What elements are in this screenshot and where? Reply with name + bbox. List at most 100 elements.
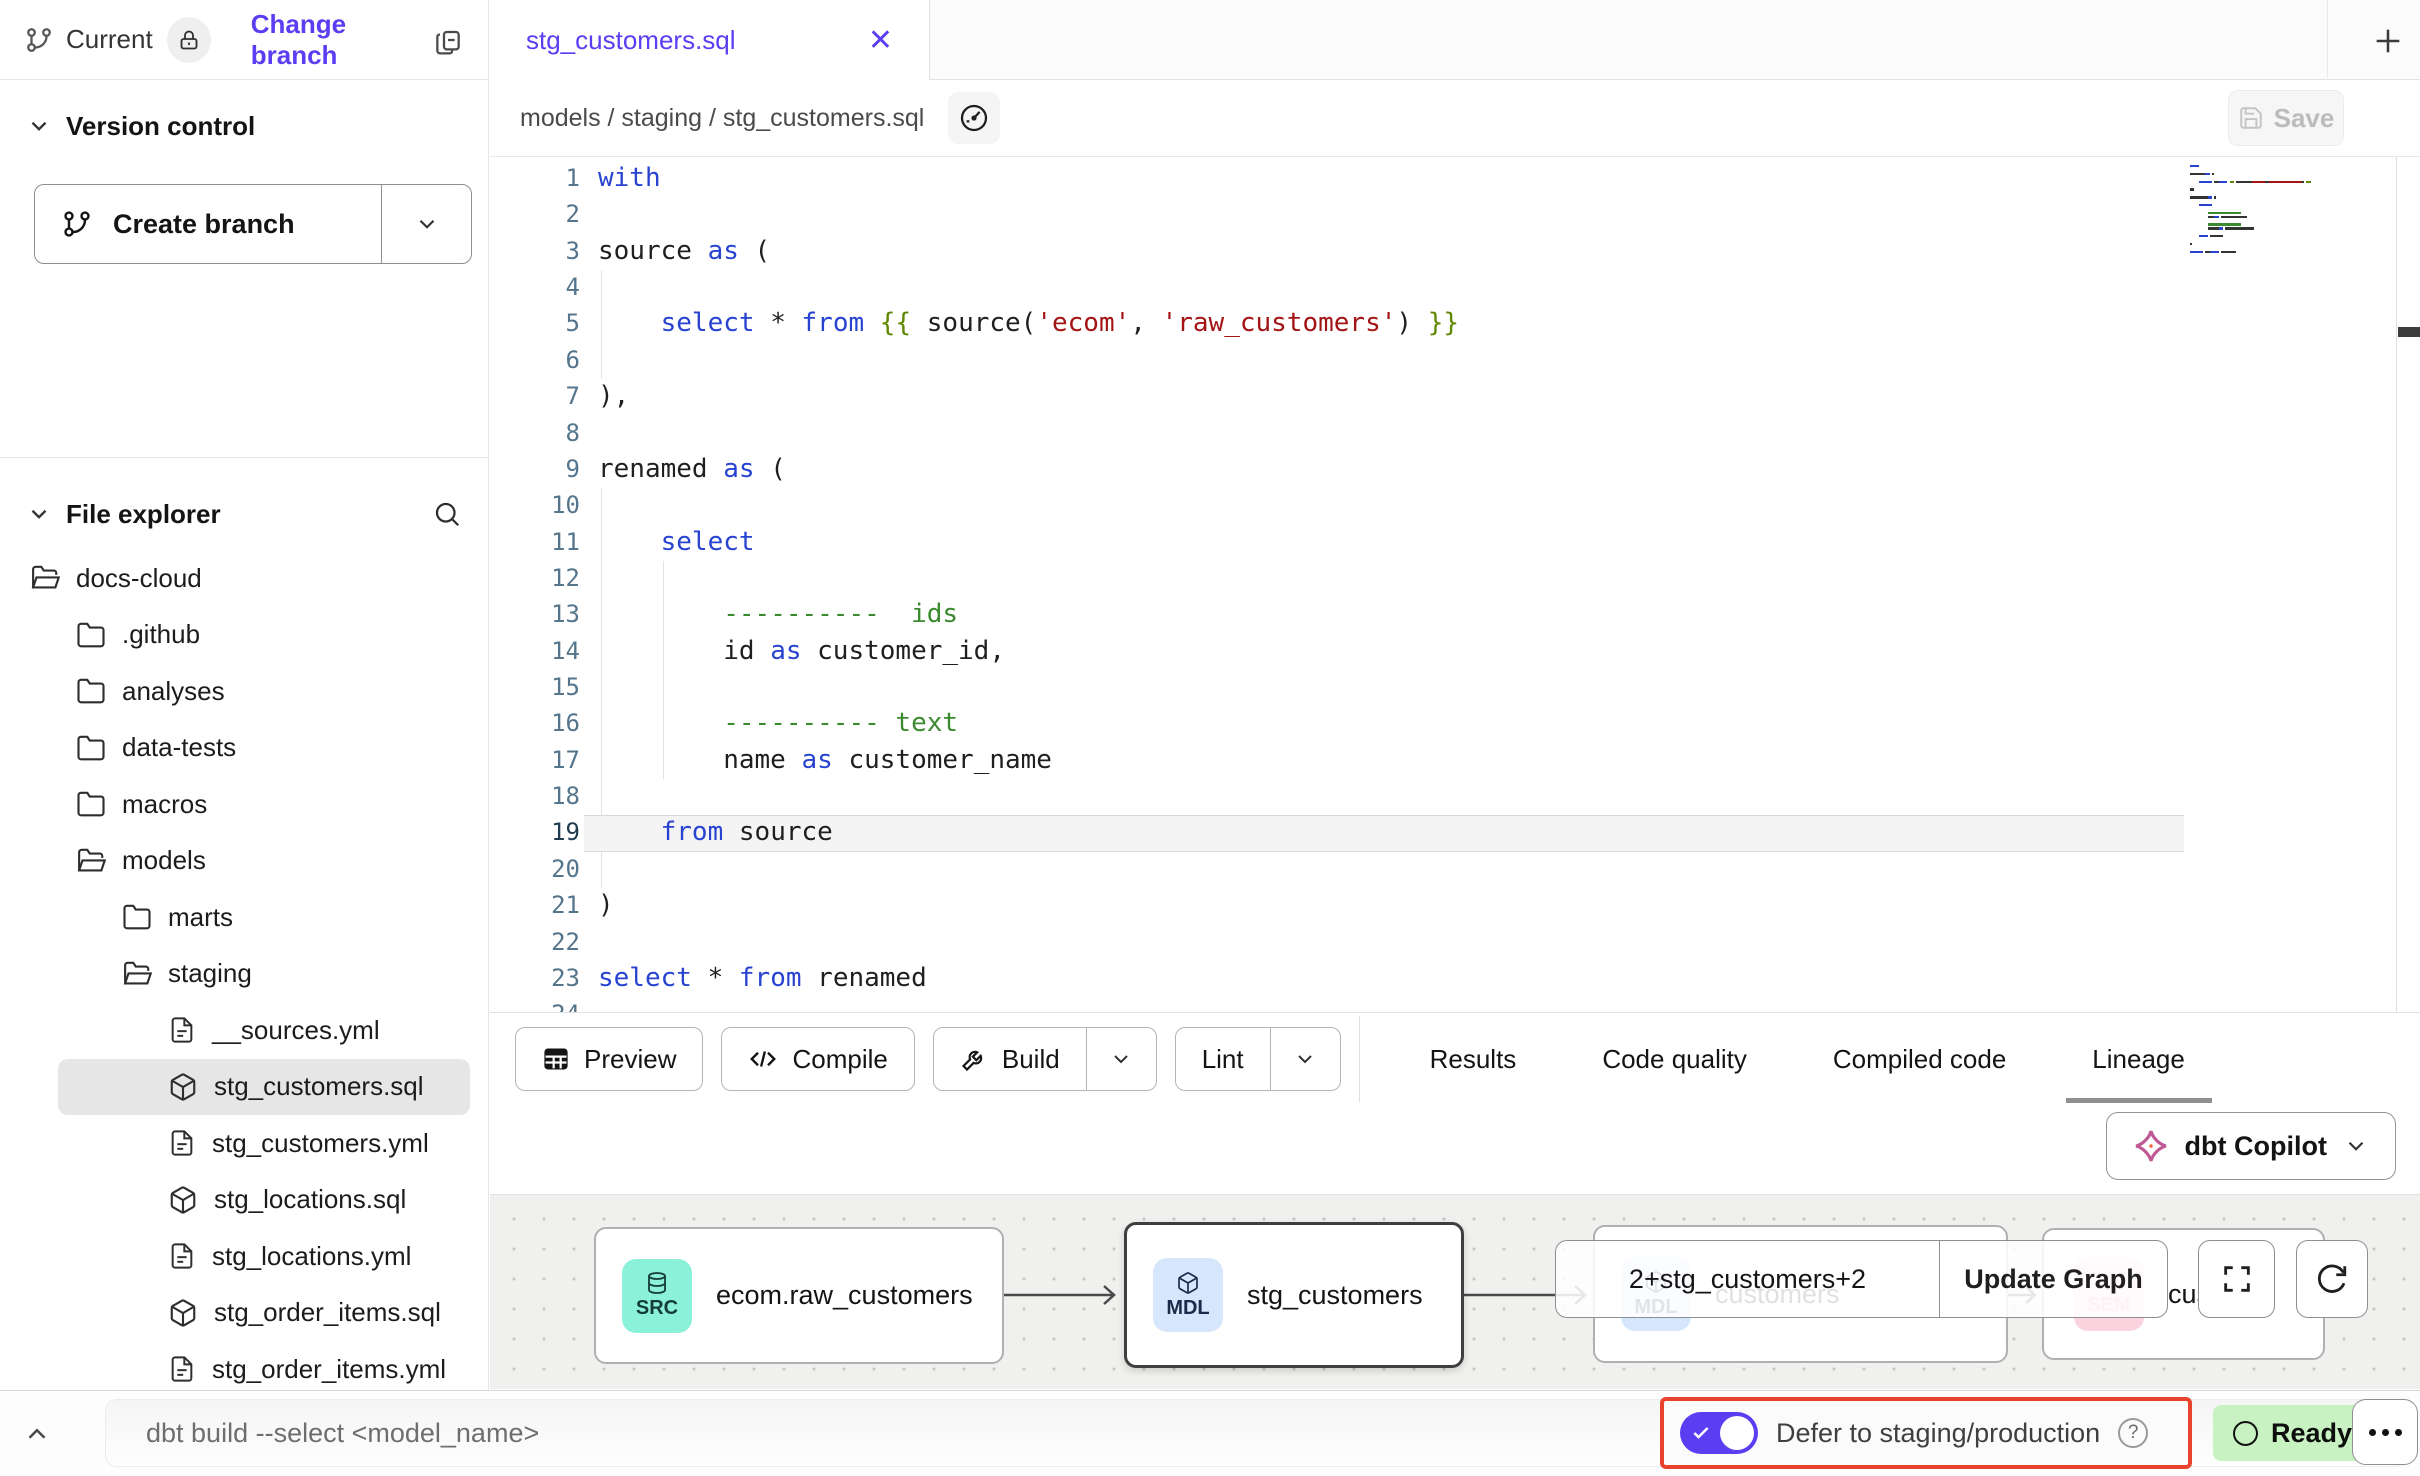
lineage-node-source[interactable]: SRC ecom.raw_customers <box>594 1227 1004 1364</box>
line-number: 24 <box>490 996 580 1012</box>
panel-tab-results[interactable]: Results <box>1430 1013 1517 1106</box>
code-line[interactable]: ) <box>598 887 1459 923</box>
folder-icon <box>76 676 106 706</box>
compile-button[interactable]: Compile <box>721 1027 914 1091</box>
more-options-button[interactable] <box>2352 1399 2418 1465</box>
file-item-stg-order-items-sql[interactable]: stg_order_items.sql <box>0 1285 488 1342</box>
code-line[interactable] <box>598 415 1459 451</box>
panel-tab-lineage[interactable]: Lineage <box>2092 1013 2185 1106</box>
code-line[interactable]: name as customer_name <box>598 742 1459 778</box>
file-item-staging[interactable]: staging <box>0 946 488 1003</box>
update-graph-button[interactable]: Update Graph <box>1939 1241 2167 1317</box>
change-branch-link[interactable]: Change branch <box>251 9 432 71</box>
collapse-panel-button[interactable] <box>22 1419 52 1449</box>
fullscreen-button[interactable] <box>2198 1240 2275 1318</box>
chevron-down-icon <box>2343 1133 2369 1159</box>
preview-button[interactable]: Preview <box>515 1027 703 1091</box>
chevron-down-icon[interactable] <box>26 501 52 527</box>
code-line[interactable]: select <box>598 524 1459 560</box>
code-line[interactable]: select * from renamed <box>598 960 1459 996</box>
node-label: stg_customers <box>1247 1280 1423 1311</box>
build-dropdown[interactable] <box>1086 1028 1156 1090</box>
lineage-selector-input[interactable]: 2+stg_customers+2 <box>1556 1241 1939 1317</box>
copy-icon[interactable] <box>432 24 464 56</box>
file-item-marts[interactable]: marts <box>0 889 488 946</box>
tab-stg-customers-sql[interactable]: stg_customers.sql ✕ <box>490 0 930 81</box>
chevron-down-icon[interactable] <box>26 113 52 139</box>
folder-open-icon <box>122 959 152 989</box>
file-item-stg-locations-sql[interactable]: stg_locations.sql <box>0 1172 488 1229</box>
file-item-label: models <box>122 845 206 876</box>
version-control-section: Version control Create branch <box>0 80 488 457</box>
folder-icon <box>122 902 152 932</box>
lint-button[interactable]: Lint <box>1175 1027 1341 1091</box>
new-tab-button[interactable] <box>2362 15 2414 67</box>
results-panel-tabs: Results Code quality Compiled code Lineage <box>1430 1013 2185 1106</box>
file-item-stg-order-items-yml[interactable]: stg_order_items.yml <box>0 1341 488 1390</box>
panel-tab-compiled-code[interactable]: Compiled code <box>1833 1013 2006 1106</box>
code-line[interactable] <box>598 196 1459 232</box>
file-item-stg-customers-sql[interactable]: stg_customers.sql <box>58 1059 470 1116</box>
file-item-analyses[interactable]: analyses <box>0 663 488 720</box>
file-item-macros[interactable]: macros <box>0 776 488 833</box>
line-number: 11 <box>490 524 580 560</box>
code-line[interactable]: from source <box>598 814 1459 850</box>
code-line[interactable]: renamed as ( <box>598 451 1459 487</box>
save-button[interactable]: Save <box>2228 90 2344 146</box>
scrollbar-thumb[interactable] <box>2398 327 2420 337</box>
help-icon[interactable]: ? <box>2118 1418 2148 1448</box>
line-number: 20 <box>490 851 580 887</box>
ready-circle-icon <box>2233 1421 2258 1446</box>
code-line[interactable] <box>598 924 1459 960</box>
lint-dropdown[interactable] <box>1270 1028 1340 1090</box>
code-line[interactable]: id as customer_id, <box>598 633 1459 669</box>
plus-icon <box>2371 24 2405 58</box>
code-editor[interactable]: 123456789101112131415161718192021222324 … <box>490 157 2420 1012</box>
code-line[interactable]: ), <box>598 378 1459 414</box>
dbt-copilot-button[interactable]: dbt Copilot <box>2106 1112 2396 1180</box>
lineage-node-stg-customers[interactable]: MDL stg_customers <box>1124 1222 1464 1368</box>
code-line[interactable] <box>598 269 1459 305</box>
close-icon[interactable]: ✕ <box>868 23 893 58</box>
create-branch-button[interactable]: Create branch <box>34 184 472 264</box>
line-number: 5 <box>490 305 580 341</box>
code-line[interactable] <box>598 342 1459 378</box>
file-item--sources-yml[interactable]: __sources.yml <box>0 1002 488 1059</box>
code-line[interactable]: with <box>598 160 1459 196</box>
refresh-button[interactable] <box>2296 1240 2368 1318</box>
file-item-models[interactable]: models <box>0 833 488 890</box>
file-item-data-tests[interactable]: data-tests <box>0 720 488 777</box>
code-line[interactable]: ---------- text <box>598 705 1459 741</box>
file-item--github[interactable]: .github <box>0 607 488 664</box>
code-line[interactable] <box>598 851 1459 887</box>
ready-label: Ready <box>2271 1418 2352 1449</box>
tab-title: stg_customers.sql <box>526 25 736 56</box>
cube-icon <box>1176 1271 1200 1295</box>
code-line[interactable] <box>598 669 1459 705</box>
code-line[interactable] <box>598 560 1459 596</box>
file-item-stg-customers-yml[interactable]: stg_customers.yml <box>0 1115 488 1172</box>
code-line[interactable]: select * from {{ source('ecom', 'raw_cus… <box>598 305 1459 341</box>
file-item-docs-cloud[interactable]: docs-cloud <box>0 550 488 607</box>
panel-tab-code-quality[interactable]: Code quality <box>1602 1013 1747 1106</box>
defer-toggle[interactable] <box>1680 1412 1758 1454</box>
code-line[interactable] <box>598 778 1459 814</box>
line-number: 17 <box>490 742 580 778</box>
file-item-stg-locations-yml[interactable]: stg_locations.yml <box>0 1228 488 1285</box>
code-line[interactable] <box>598 487 1459 523</box>
save-icon <box>2238 105 2264 131</box>
code-line[interactable]: source as ( <box>598 233 1459 269</box>
line-number: 8 <box>490 415 580 451</box>
line-number: 12 <box>490 560 580 596</box>
code-line[interactable]: ---------- ids <box>598 596 1459 632</box>
folder-open-icon <box>30 563 60 593</box>
build-button[interactable]: Build <box>933 1027 1157 1091</box>
model-gauge-chip[interactable] <box>948 92 1000 144</box>
search-icon[interactable] <box>432 499 462 529</box>
file-icon <box>168 1355 196 1383</box>
code-line[interactable] <box>598 996 1459 1012</box>
code-minimap[interactable] <box>2190 165 2390 258</box>
code-lines[interactable]: with source as ( select * from {{ source… <box>598 160 1459 1012</box>
create-branch-dropdown[interactable] <box>381 185 471 263</box>
lineage-canvas[interactable]: SRC ecom.raw_customers MDL stg_customers… <box>490 1195 2420 1389</box>
